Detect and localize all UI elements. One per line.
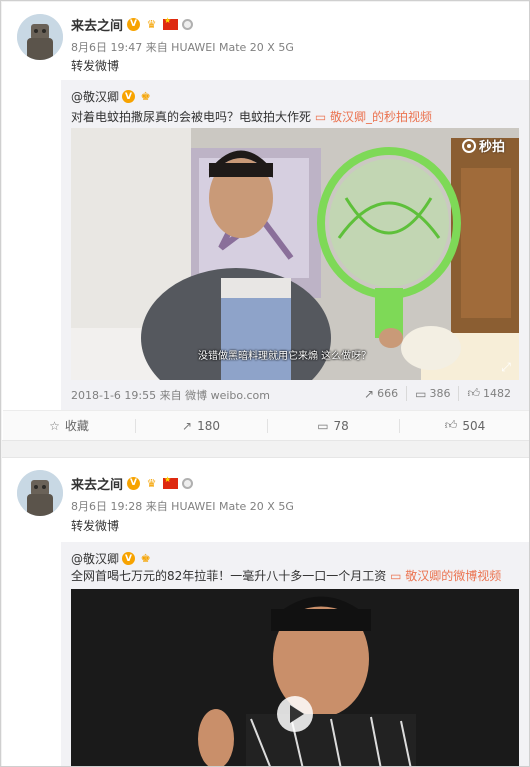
repost-text: 全网首喝七万元的82年拉菲！一毫升八十多一口一个月工资 <box>71 569 387 583</box>
repost-box: @敬汉卿 V ♚ 全网首喝七万元的82年拉菲！一毫升八十多一口一个月工资 ▭ 敬… <box>61 542 529 766</box>
level-ring-icon <box>182 477 194 489</box>
post-meta: 8月6日 19:47 来自 HUAWEI Mate 20 X 5G <box>71 41 294 54</box>
level-ring-icon <box>182 18 194 30</box>
favorite-button[interactable]: ☆ 收藏 <box>3 411 135 440</box>
video-player[interactable]: 秒拍 没错做黑暗料理就用它来煽 这么做呀？ ⤢ <box>71 128 519 380</box>
video-player[interactable] <box>71 589 519 766</box>
video-frame <box>71 128 519 380</box>
medal-icon: ♛ <box>146 17 157 31</box>
video-frame <box>71 589 519 766</box>
like-count: 504 <box>462 418 486 433</box>
china-flag-icon <box>163 475 179 489</box>
repost-text-row: 对着电蚊拍撒尿真的会被电吗？电蚊拍大作死 ▭ 敬汉卿_的秒拍视频 <box>71 108 432 125</box>
video-link[interactable]: ▭ 敬汉卿的微博视频 <box>390 569 501 583</box>
video-link-icon: ▭ <box>314 110 327 124</box>
play-button[interactable] <box>277 696 313 732</box>
feed-post: 来去之间 V ♛ 8月6日 19:47 来自 HUAWEI Mate 20 X … <box>2 2 529 440</box>
post-text: 转发微博 <box>71 519 120 533</box>
video-link-icon: ▭ <box>390 569 402 583</box>
repost-author[interactable]: @敬汉卿 <box>71 550 119 567</box>
post-text: 转发微博 <box>71 59 120 73</box>
avatar[interactable] <box>17 14 63 60</box>
medal-icon: ♚ <box>140 90 151 103</box>
like-button[interactable]: 👍︎ 504 <box>399 411 529 440</box>
forward-button[interactable]: ↗ 180 <box>135 411 267 440</box>
repost-like-count[interactable]: 👍︎ 1482 <box>458 386 519 401</box>
repost-author[interactable]: @敬汉卿 <box>71 88 119 105</box>
comment-icon: ▭ <box>415 386 427 401</box>
verified-icon: V <box>122 90 136 103</box>
forward-icon: ↗ <box>364 386 375 401</box>
medal-icon: ♚ <box>140 552 151 565</box>
repost-author-row: @敬汉卿 V ♚ <box>71 88 153 105</box>
verified-icon: V <box>122 552 136 565</box>
china-flag-icon <box>163 16 179 30</box>
repost-comment-count[interactable]: ▭ 386 <box>406 386 458 401</box>
comment-icon: ▭ <box>317 418 329 433</box>
author-row: 来去之间 V ♛ <box>71 15 194 34</box>
thumbs-up-icon: 👍︎ <box>444 418 458 432</box>
like-count-value: 1482 <box>483 387 511 400</box>
weibo-feed: 来去之间 V ♛ 8月6日 19:47 来自 HUAWEI Mate 20 X … <box>0 0 530 767</box>
comment-count-value: 386 <box>429 387 451 400</box>
forward-icon: ↗ <box>182 418 193 433</box>
repost-text: 对着电蚊拍撒尿真的会被电吗？电蚊拍大作死 <box>71 110 312 124</box>
verified-icon: V <box>127 17 141 31</box>
comment-button[interactable]: ▭ 78 <box>267 411 399 440</box>
verified-icon: V <box>127 476 141 490</box>
forward-count: 180 <box>197 418 220 433</box>
repost-share-count[interactable]: ↗ 666 <box>356 386 406 401</box>
post-action-bar: ☆ 收藏 ↗ 180 ▭ 78 👍︎ 504 <box>3 410 529 440</box>
miaopai-label: 秒拍 <box>478 140 505 155</box>
post-divider <box>2 440 529 458</box>
repost-footer: 2018-1-6 19:55 来自 微博 weibo.com ↗ 666 ▭ 3… <box>71 386 519 402</box>
post-meta: 8月6日 19:28 来自 HUAWEI Mate 20 X 5G <box>71 500 294 513</box>
star-icon: ☆ <box>49 418 60 433</box>
repost-box: @敬汉卿 V ♚ 对着电蚊拍撒尿真的会被电吗？电蚊拍大作死 ▭ 敬汉卿_的秒拍视… <box>61 80 529 414</box>
author-name[interactable]: 来去之间 <box>71 474 123 493</box>
author-name[interactable]: 来去之间 <box>71 15 123 34</box>
comment-count: 78 <box>333 418 349 433</box>
repost-text-row: 全网首喝七万元的82年拉菲！一毫升八十多一口一个月工资 ▭ 敬汉卿的微博视频 <box>71 567 501 584</box>
expand-icon[interactable]: ⤢ <box>497 358 515 376</box>
video-subtitle: 没错做黑暗料理就用它来煽 这么做呀？ <box>198 351 372 362</box>
repost-time-source: 2018-1-6 19:55 来自 微博 weibo.com <box>71 389 270 402</box>
video-link-label: 敬汉卿的微博视频 <box>405 569 502 583</box>
avatar[interactable] <box>17 470 63 516</box>
medal-icon: ♛ <box>146 476 157 490</box>
miaopai-logo-icon <box>461 138 476 153</box>
thumbs-up-icon: 👍︎ <box>467 386 480 400</box>
repost-author-row: @敬汉卿 V ♚ <box>71 550 153 567</box>
video-link[interactable]: ▭ 敬汉卿_的秒拍视频 <box>315 110 432 124</box>
author-row: 来去之间 V ♛ <box>71 474 194 493</box>
feed-post: 来去之间 V ♛ 8月6日 19:28 来自 HUAWEI Mate 20 X … <box>2 458 529 766</box>
miaopai-watermark: 秒拍 <box>461 136 505 155</box>
share-count-value: 666 <box>377 387 399 400</box>
repost-stats: ↗ 666 ▭ 386 👍︎ 1482 <box>356 386 519 401</box>
video-link-label: 敬汉卿_的秒拍视频 <box>330 110 433 124</box>
favorite-label: 收藏 <box>64 419 89 433</box>
